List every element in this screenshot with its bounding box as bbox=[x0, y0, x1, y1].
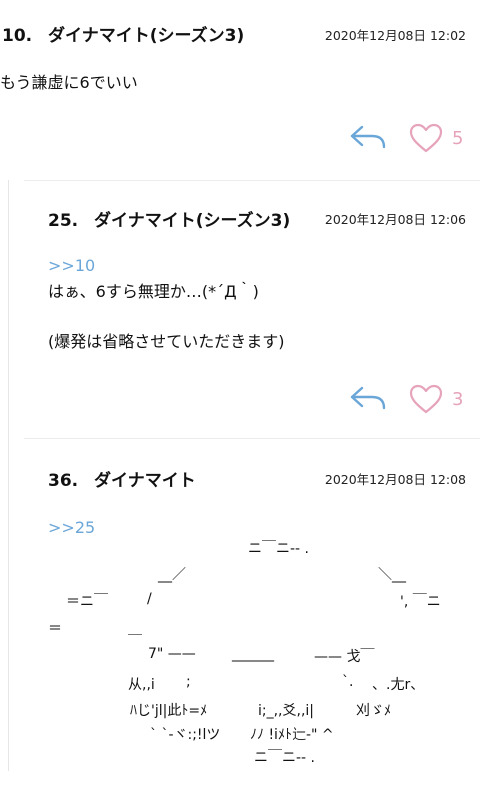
post-25: 25. ダイナマイト(シーズン3) 2020年12月08日 12:06 >>10… bbox=[0, 180, 480, 438]
ascii-art: ニ￣ニ-- . __／ ＼__ ＝ニ￣ / ', ￣ニ ＝ ￣ 7" —— __… bbox=[0, 438, 480, 806]
ascii-art-line: ニ￣ニ-- . bbox=[254, 750, 316, 766]
heart-outline-icon[interactable] bbox=[408, 383, 444, 415]
ascii-art-line: ', ￣ニ bbox=[400, 594, 441, 610]
ascii-art-line: ￣ bbox=[128, 635, 142, 651]
ascii-art-line: / bbox=[147, 591, 152, 607]
like-count: 3 bbox=[452, 389, 464, 410]
post-number: 25. bbox=[48, 211, 79, 231]
post-date: 2020年12月08日 12:06 bbox=[324, 212, 466, 227]
ascii-art-line: ＼__ bbox=[378, 567, 406, 583]
ascii-art-line: `. bbox=[342, 674, 354, 690]
ascii-art-line: ______ bbox=[232, 646, 274, 662]
reply-arrow-icon[interactable] bbox=[348, 122, 388, 152]
ascii-art-line: ﾉﾉ !iﾒﾄ辷-" ^ bbox=[250, 727, 334, 743]
ascii-art-line: 刈ゞﾒ bbox=[356, 703, 391, 719]
ascii-art-line: ニ￣ニ-- . bbox=[248, 541, 310, 557]
ascii-art-line: 、.尢r、 bbox=[372, 677, 425, 693]
poster-name: ダイナマイト(シーズン3) bbox=[48, 26, 245, 46]
anchor-link[interactable]: >>10 bbox=[48, 253, 95, 278]
ascii-art-line: i;_,,爻,,i| bbox=[258, 703, 315, 719]
ascii-art-line: ＝ bbox=[48, 621, 62, 637]
like-count: 5 bbox=[452, 128, 464, 149]
poster-name: ダイナマイト(シーズン3) bbox=[94, 211, 291, 231]
ascii-art-line: ＝ニ￣ bbox=[66, 594, 108, 610]
ascii-art-line: __／ bbox=[158, 567, 186, 583]
ascii-art-line: 从,,i bbox=[128, 677, 155, 693]
post-number: 10. bbox=[2, 26, 33, 46]
ascii-art-line: ` `-ヾ:;!lツ bbox=[150, 727, 221, 743]
ascii-art-line: ﾊじ'jl|此ﾄ=ﾒ bbox=[130, 703, 208, 719]
post-10: 10. ダイナマイト(シーズン3) 2020年12月08日 12:02 もう謙虚… bbox=[0, 0, 480, 180]
ascii-art-line: 7" —— bbox=[148, 646, 196, 662]
ascii-art-line: —— 戈￣ bbox=[314, 649, 375, 665]
ascii-art-line: ; bbox=[186, 674, 191, 690]
post-header-name: 10. ダイナマイト(シーズン3) bbox=[2, 21, 244, 46]
post-date: 2020年12月08日 12:02 bbox=[324, 28, 466, 43]
post-header-name: 25. ダイナマイト(シーズン3) bbox=[48, 206, 290, 231]
post-body-line: (爆発は省略させていただきます) bbox=[48, 332, 285, 351]
heart-outline-icon[interactable] bbox=[408, 122, 444, 154]
reply-arrow-icon[interactable] bbox=[348, 383, 388, 413]
post-body: もう謙虚に6でいい bbox=[0, 73, 138, 92]
post-36: 36. ダイナマイト 2020年12月08日 12:08 >>25 ニ￣ニ-- … bbox=[0, 438, 480, 771]
post-body-line: はぁ、6すら無理か…(*´Д｀) bbox=[48, 282, 259, 301]
